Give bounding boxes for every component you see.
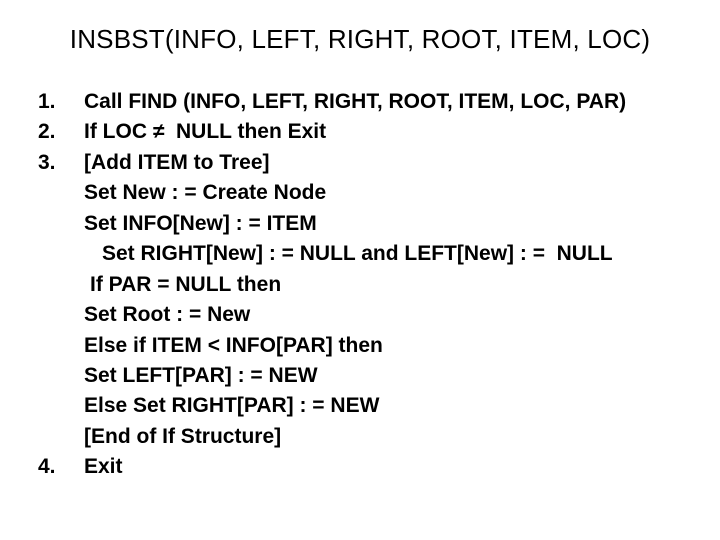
line-text: Set LEFT[PAR] : = NEW	[84, 361, 690, 391]
algo-line: Else if ITEM < INFO[PAR] then	[30, 331, 690, 361]
algo-line: Set Root : = New	[30, 300, 690, 330]
line-text: Set Root : = New	[84, 300, 690, 330]
line-text: Else Set RIGHT[PAR] : = NEW	[84, 391, 690, 421]
algo-line: Set LEFT[PAR] : = NEW	[30, 361, 690, 391]
line-text: [Add ITEM to Tree]	[84, 148, 690, 178]
line-text: Call FIND (INFO, LEFT, RIGHT, ROOT, ITEM…	[84, 87, 690, 117]
line-text: Else if ITEM < INFO[PAR] then	[84, 331, 690, 361]
line-text: Set INFO[New] : = ITEM	[84, 209, 690, 239]
algorithm-body: 1. Call FIND (INFO, LEFT, RIGHT, ROOT, I…	[30, 87, 690, 483]
algo-line: Set New : = Create Node	[30, 178, 690, 208]
algo-line: [End of If Structure]	[30, 422, 690, 452]
line-text: Set RIGHT[New] : = NULL and LEFT[New] : …	[84, 239, 690, 269]
algo-line: If PAR = NULL then	[30, 270, 690, 300]
algo-line: 4. Exit	[30, 452, 690, 482]
algo-line: 3. [Add ITEM to Tree]	[30, 148, 690, 178]
algo-line: Set INFO[New] : = ITEM	[30, 209, 690, 239]
line-text: Exit	[84, 452, 690, 482]
algorithm-title: INSBST(INFO, LEFT, RIGHT, ROOT, ITEM, LO…	[30, 24, 690, 55]
line-text: If LOC ≠ NULL then Exit	[84, 117, 690, 147]
line-text: Set New : = Create Node	[84, 178, 690, 208]
algo-line: Set RIGHT[New] : = NULL and LEFT[New] : …	[30, 239, 690, 269]
line-number: 2.	[30, 117, 84, 147]
algo-line: 2. If LOC ≠ NULL then Exit	[30, 117, 690, 147]
line-number: 4.	[30, 452, 84, 482]
line-text: If PAR = NULL then	[84, 270, 690, 300]
line-number: 3.	[30, 148, 84, 178]
algo-line: 1. Call FIND (INFO, LEFT, RIGHT, ROOT, I…	[30, 87, 690, 117]
line-text: [End of If Structure]	[84, 422, 690, 452]
algo-line: Else Set RIGHT[PAR] : = NEW	[30, 391, 690, 421]
line-number: 1.	[30, 87, 84, 117]
